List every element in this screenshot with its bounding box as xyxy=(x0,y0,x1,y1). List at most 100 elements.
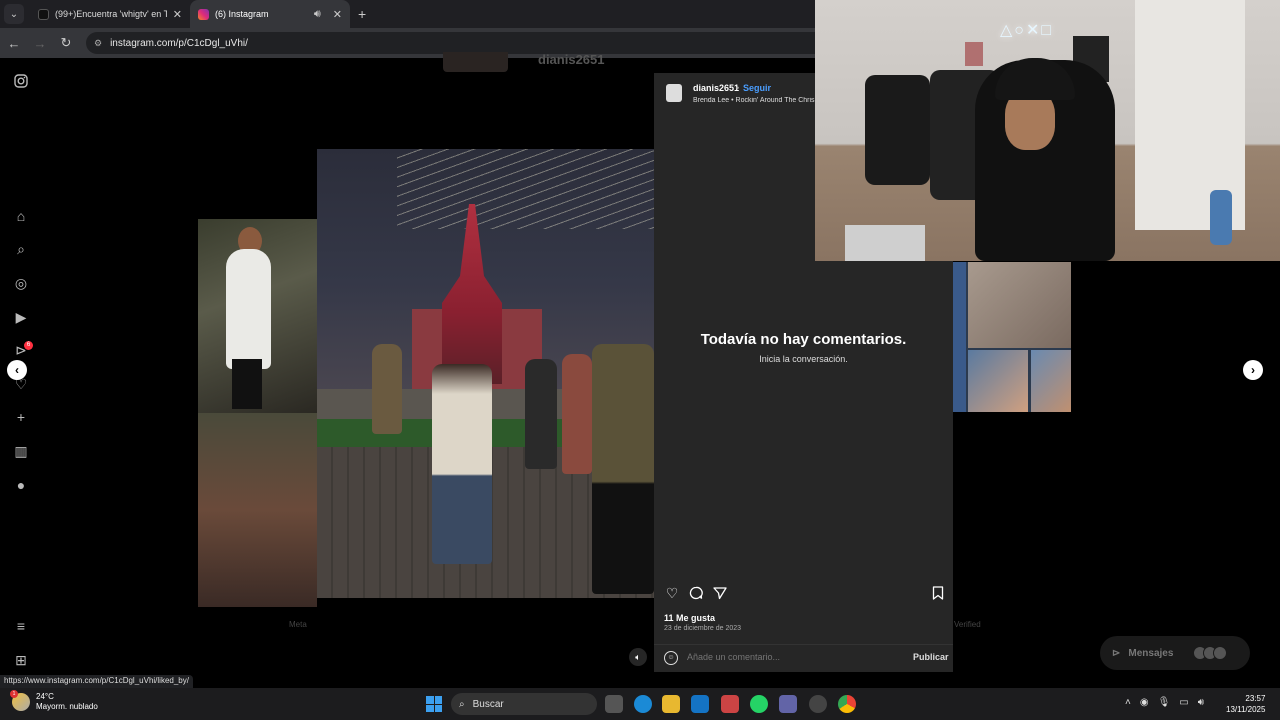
more-icon[interactable]: ⊞ xyxy=(12,651,30,669)
weather-badge: 1 xyxy=(10,690,18,698)
messages-icon: ⊳ xyxy=(1112,647,1121,659)
app-icon[interactable] xyxy=(721,695,739,713)
neon-sign: △○✕□ xyxy=(1000,22,1054,39)
outlook-icon[interactable] xyxy=(691,695,709,713)
story-thumbnail[interactable] xyxy=(198,219,317,413)
webcam-detail xyxy=(865,75,930,185)
teams-icon[interactable] xyxy=(779,695,797,713)
post-photo[interactable] xyxy=(317,149,654,598)
webcam-detail xyxy=(1210,190,1232,245)
reload-icon[interactable]: ↻ xyxy=(54,35,78,51)
previous-arrow-icon[interactable]: ‹ xyxy=(7,360,27,380)
search-icon: ⌕ xyxy=(459,698,465,710)
message-avatars xyxy=(1193,646,1228,660)
story-thumbnail[interactable] xyxy=(198,413,317,607)
publish-button[interactable]: Publicar xyxy=(913,652,949,662)
photo-detail xyxy=(562,354,592,474)
post-username[interactable]: dianis2651 xyxy=(693,83,739,93)
comment-input[interactable] xyxy=(687,652,887,662)
background-avatar xyxy=(443,52,508,72)
follow-button[interactable]: Seguir xyxy=(743,83,771,93)
weather-widget[interactable]: 1 24°C Mayorm. nublado xyxy=(10,690,98,712)
clock-time: 23:57 xyxy=(1245,694,1266,703)
create-icon[interactable]: + xyxy=(12,408,30,426)
microphone-icon[interactable]: 🎙︎ xyxy=(1158,697,1171,708)
forward-icon[interactable]: → xyxy=(28,36,52,51)
story-thumbnail[interactable] xyxy=(953,262,1071,412)
close-tab-icon[interactable]: ✕ xyxy=(333,8,342,21)
close-tab-icon[interactable]: ✕ xyxy=(173,8,182,21)
chrome-icon[interactable] xyxy=(838,695,856,713)
display-icon[interactable]: ▭ xyxy=(1179,697,1188,708)
messages-pill[interactable]: ⊳ Mensajes xyxy=(1100,636,1250,670)
home-icon[interactable]: ⌂ xyxy=(12,207,30,225)
share-icon[interactable] xyxy=(712,585,728,601)
empty-comments-title: Todavía no hay comentarios. xyxy=(700,331,907,348)
photo-detail xyxy=(397,149,654,229)
next-arrow-icon[interactable]: › xyxy=(1243,360,1263,380)
post-date: 23 de diciembre de 2023 xyxy=(664,625,742,632)
whatsapp-icon[interactable] xyxy=(750,695,768,713)
clock-date: 13/11/2025 xyxy=(1226,705,1266,714)
photo-detail xyxy=(432,364,492,564)
comment-bar: ☺ Publicar xyxy=(654,644,953,672)
url-text: instagram.com/p/C1cDgl_uVhi/ xyxy=(110,37,248,49)
windows-start-icon[interactable] xyxy=(426,696,442,712)
avatar[interactable] xyxy=(666,84,682,102)
edge-icon[interactable] xyxy=(634,695,652,713)
back-icon[interactable]: ← xyxy=(2,36,26,51)
instagram-favicon-icon xyxy=(198,8,209,20)
audio-toggle-icon[interactable]: 🔈︎ xyxy=(629,648,647,666)
photo-detail xyxy=(442,204,502,384)
like-icon[interactable]: ♡ xyxy=(664,585,680,601)
photo-detail xyxy=(525,359,557,469)
volume-icon[interactable]: 🔊︎ xyxy=(1198,697,1204,708)
speaker-icon[interactable]: 🔊︎ xyxy=(314,8,321,21)
empty-comments-subtitle: Inicia la conversación. xyxy=(759,354,848,364)
tab-search-button[interactable]: ⌄ xyxy=(4,4,24,24)
chevron-up-icon[interactable]: ˄ xyxy=(1125,697,1131,708)
clock[interactable]: 23:57 13/11/2025 xyxy=(1226,693,1265,715)
footer-verified[interactable]: Verified xyxy=(954,620,981,629)
tiktok-icon xyxy=(38,8,49,20)
photo-detail xyxy=(372,344,402,434)
reels-icon[interactable]: ▶ xyxy=(12,308,30,326)
tab-instagram[interactable]: (6) Instagram 🔊︎ ✕ xyxy=(190,0,350,28)
menu-icon[interactable]: ≡ xyxy=(12,617,30,635)
file-explorer-icon[interactable] xyxy=(662,695,680,713)
task-view-icon[interactable] xyxy=(605,695,623,713)
likes-count[interactable]: 11 Me gusta xyxy=(664,613,715,623)
comment-icon[interactable] xyxy=(688,585,704,601)
site-info-icon[interactable]: ⚙ xyxy=(94,38,102,49)
taskbar: 1 24°C Mayorm. nublado ⌕ Buscar ˄ ◉ 🎙︎ ▭… xyxy=(0,688,1280,720)
profile-icon[interactable]: ● xyxy=(12,476,30,494)
weather-temp: 24°C xyxy=(36,692,54,701)
photo-detail xyxy=(953,262,966,412)
separator: • xyxy=(736,83,740,93)
search-label: Buscar xyxy=(472,698,504,710)
photo-detail xyxy=(232,359,262,409)
app-tray-icon[interactable]: ◉ xyxy=(1140,697,1149,708)
dashboard-icon[interactable]: ▥ xyxy=(12,442,30,460)
webcam-overlay: △○✕□ xyxy=(815,0,1280,261)
photo-detail xyxy=(226,249,271,369)
taskbar-search[interactable]: ⌕ Buscar xyxy=(451,693,597,715)
footer-meta[interactable]: Meta xyxy=(289,620,307,629)
explore-icon[interactable]: ◎ xyxy=(12,274,30,292)
system-tray: ˄ ◉ 🎙︎ ▭ 🔊︎ xyxy=(1125,697,1204,708)
notification-badge: 6 xyxy=(24,341,33,350)
bookmark-icon[interactable] xyxy=(930,585,946,601)
weather-text: 24°C Mayorm. nublado xyxy=(36,692,98,712)
new-tab-button[interactable]: + xyxy=(358,6,366,22)
photo-detail xyxy=(592,344,654,594)
photo-detail xyxy=(968,262,1071,348)
weather-icon: 1 xyxy=(10,690,30,711)
search-icon[interactable]: ⌕ xyxy=(12,240,30,258)
instagram-icon[interactable] xyxy=(12,72,30,90)
status-bar-url: https://www.instagram.com/p/C1cDgl_uVhi/… xyxy=(0,675,193,688)
tab-tiktok[interactable]: (99+)Encuentra 'whigtv' en TikT ✕ xyxy=(30,0,190,28)
background-username: dianis2651 xyxy=(538,52,605,67)
emoji-icon[interactable]: ☺ xyxy=(664,651,678,665)
app-icon[interactable] xyxy=(809,695,827,713)
webcam-detail xyxy=(965,42,983,66)
